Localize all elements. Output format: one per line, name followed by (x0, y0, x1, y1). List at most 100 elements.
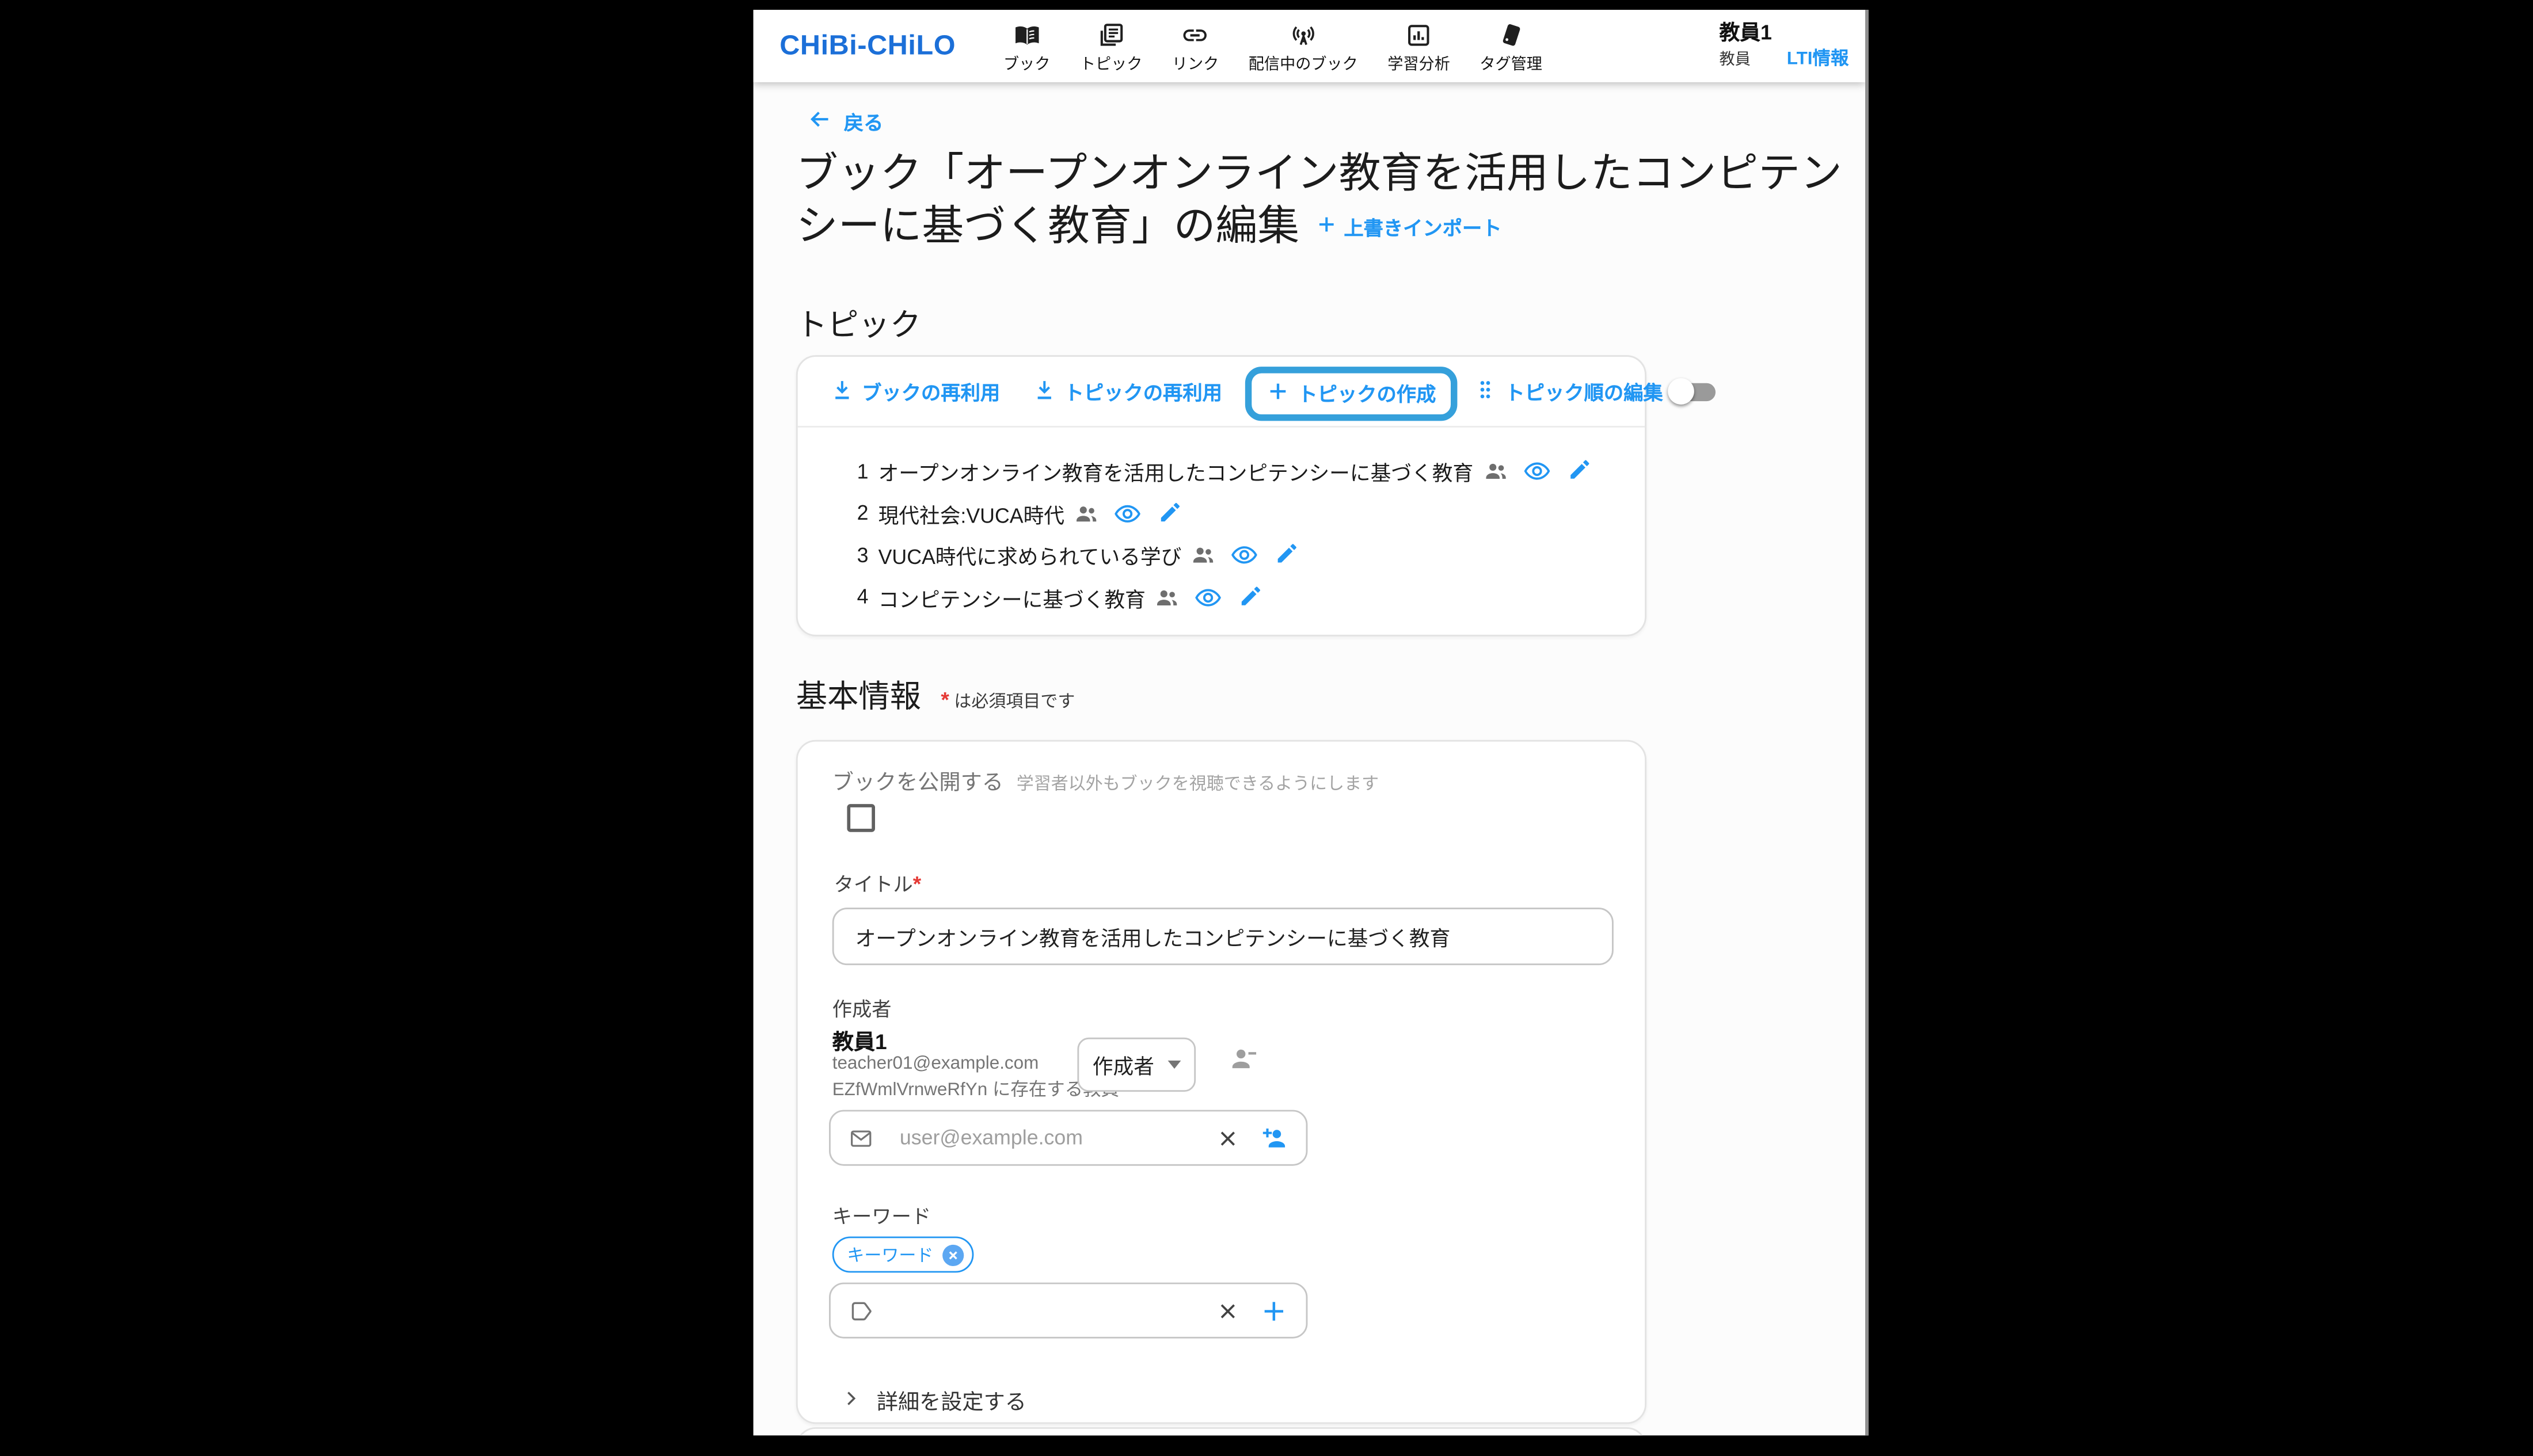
chevron-down-icon (1167, 1060, 1181, 1069)
invite-author-inputbox (828, 1110, 1308, 1166)
tag-outline-icon (849, 1298, 873, 1323)
shared-users-icon (1074, 501, 1099, 526)
shared-users-icon (1191, 543, 1216, 568)
nav-label: 学習分析 (1387, 56, 1450, 74)
topic-row: 4 コンピテンシーに基づく教育 (857, 576, 1645, 618)
create-topic-highlight: トピックの作成 (1245, 365, 1458, 420)
author-role-select[interactable]: 作成者 (1077, 1037, 1196, 1092)
topics-toolbar: ブックの再利用 トピックの再利用 トピックの作成 トピック順の編集 (797, 357, 1716, 428)
shared-users-icon (1483, 459, 1508, 484)
reuse-topic-button[interactable]: トピックの再利用 (1033, 378, 1222, 406)
lti-info-link[interactable]: LTI情報 (1787, 44, 1849, 71)
shared-users-icon (1155, 585, 1180, 609)
topic-title: オープンオンライン教育を活用したコンピテンシーに基づく教育 (878, 462, 1474, 486)
nav-label: ブック (1003, 56, 1051, 74)
back-link[interactable]: 戻る (808, 107, 883, 136)
analytics-icon (1405, 21, 1433, 49)
back-label: 戻る (843, 110, 884, 134)
topics-card: ブックの再利用 トピックの再利用 トピックの作成 トピック順の編集 1 オープン… (796, 355, 1716, 636)
edit-topic-button[interactable] (1158, 500, 1183, 528)
drag-indicator-icon (1474, 378, 1497, 406)
toggle-thumb (1668, 378, 1695, 405)
nav-item-links[interactable]: リンク (1157, 18, 1234, 74)
basic-info-heading: 基本情報 * は必須項目です (796, 673, 1075, 717)
chip-delete-icon[interactable] (941, 1244, 963, 1266)
page-title: ブック「オープンオンライン教育を活用したコンピテン シーに基づく教育」の編集 上書… (796, 148, 1862, 260)
keyword-inputbox (828, 1282, 1308, 1339)
add-keyword-icon[interactable] (1260, 1297, 1288, 1325)
preview-topic-button[interactable] (1231, 542, 1259, 570)
topic-row: 1 オープンオンライン教育を活用したコンピテンシーに基づく教育 (857, 451, 1645, 493)
nav-item-published-books[interactable]: 配信中のブック (1234, 18, 1372, 74)
title-input[interactable]: オープンオンライン教育を活用したコンピテンシーに基づく教育 (832, 908, 1614, 966)
nav-label: タグ管理 (1480, 56, 1542, 74)
author-ltі-note: EZfWmlVrnweRfYn に存在する教員 (832, 1080, 1119, 1100)
keyword-section-label: キーワード (832, 1205, 931, 1229)
nav-item-books[interactable]: ブック (988, 18, 1065, 74)
user-name: 教員1 (1719, 21, 1772, 45)
book-icon (1013, 21, 1041, 49)
clear-input-icon[interactable] (1217, 1127, 1238, 1149)
person-add-icon[interactable] (1260, 1124, 1288, 1152)
required-asterisk: * (912, 871, 922, 897)
nav-label: 配信中のブック (1248, 56, 1358, 74)
author-name: 教員1 (832, 1029, 887, 1054)
nav-item-tags[interactable]: タグ管理 (1465, 18, 1557, 74)
user-block: 教員1 教員 LTI情報 (1720, 21, 1849, 71)
page-title-line1: ブック「オープンオンライン教育を活用したコンピテン (796, 151, 1842, 197)
overwrite-import-label: 上書きインポート (1344, 217, 1502, 241)
required-asterisk: * (941, 687, 949, 712)
topic-title: 現代社会:VUCA時代 (878, 504, 1065, 528)
main-nav: ブック トピック リンク 配信中のブック 学習分析 タグ管理 (988, 18, 1557, 74)
edit-topic-button[interactable] (1567, 458, 1592, 486)
keyword-chip-label: キーワード (847, 1245, 934, 1266)
topic-number: 3 (857, 543, 869, 567)
topic-row: 3 VUCA時代に求められている学び (857, 535, 1645, 577)
preview-topic-button[interactable] (1114, 500, 1142, 528)
required-note: は必須項目です (954, 692, 1075, 712)
clear-input-icon[interactable] (1217, 1300, 1238, 1321)
create-topic-button[interactable]: トピックの作成 (1266, 379, 1436, 407)
nav-item-analytics[interactable]: 学習分析 (1373, 18, 1465, 74)
back-arrow-icon (808, 107, 832, 136)
next-card-sliver (796, 1427, 1646, 1436)
edit-topic-button[interactable] (1239, 584, 1264, 612)
details-expander[interactable]: 詳細を設定する (842, 1385, 1026, 1416)
topic-number: 2 (857, 502, 869, 525)
keyword-input[interactable] (896, 1297, 1218, 1324)
broadcast-icon (1290, 21, 1318, 49)
topic-title: VUCA時代に求められている学び (878, 546, 1182, 570)
user-role: 教員 (1719, 51, 1751, 69)
reorder-toggle[interactable] (1668, 378, 1717, 405)
publish-book-checkbox[interactable] (847, 804, 875, 832)
overwrite-import-button[interactable]: 上書きインポート (1316, 202, 1502, 254)
author-section-label: 作成者 (832, 998, 892, 1022)
app-logo[interactable]: CHiBi-CHiLO (779, 29, 956, 62)
plus-icon (1266, 379, 1290, 407)
topic-number: 4 (857, 585, 869, 609)
nav-label: トピック (1079, 56, 1143, 74)
reuse-book-button[interactable]: ブックの再利用 (831, 378, 1000, 406)
chevron-right-icon (842, 1388, 860, 1412)
preview-topic-button[interactable] (1523, 458, 1551, 486)
topic-icon (1097, 21, 1125, 49)
basic-info-heading-text: 基本情報 (796, 680, 922, 715)
app-window: CHiBi-CHiLO ブック トピック リンク 配信中のブック 学習分析 タグ… (753, 10, 1869, 1436)
plus-icon (1316, 202, 1337, 254)
download-icon (1033, 378, 1056, 406)
preview-topic-button[interactable] (1195, 584, 1223, 612)
publish-row: ブックを公開する 学習者以外もブックを視聴できるようにします (832, 765, 1379, 796)
details-label: 詳細を設定する (876, 1389, 1026, 1415)
tag-icon (1497, 21, 1525, 49)
publish-book-description: 学習者以外もブックを視聴できるようにします (1016, 774, 1379, 794)
page-title-line2: シーに基づく教育」の編集 (796, 204, 1300, 250)
edit-topic-button[interactable] (1275, 542, 1300, 570)
mail-icon (849, 1126, 873, 1150)
download-icon (831, 378, 854, 406)
reorder-topics-button[interactable]: トピック順の編集 (1474, 378, 1663, 406)
invite-author-input[interactable] (896, 1125, 1218, 1151)
topic-list: 1 オープンオンライン教育を活用したコンピテンシーに基づく教育 2 現代社会:V… (798, 451, 1645, 618)
nav-item-topics[interactable]: トピック (1065, 18, 1157, 74)
nav-label: リンク (1172, 56, 1219, 74)
keyword-chip[interactable]: キーワード (832, 1236, 973, 1273)
